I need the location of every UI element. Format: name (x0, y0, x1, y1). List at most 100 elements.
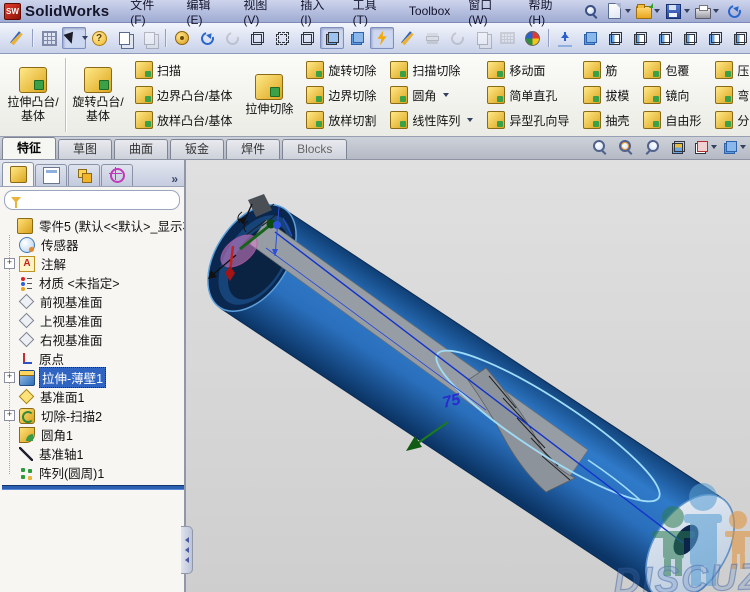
view-top-button[interactable] (703, 27, 727, 49)
measure-button[interactable] (170, 27, 194, 49)
tree-item[interactable]: 前视基准面 (2, 292, 184, 311)
copy-button[interactable] (112, 27, 136, 49)
split-button[interactable]: 分割 (712, 108, 750, 132)
new-document-button[interactable] (604, 0, 633, 22)
tree-item[interactable]: 零件5 (默认<<默认>_显示状态 (2, 216, 184, 235)
expand-toggle[interactable]: + (4, 258, 15, 269)
tab-features[interactable]: 特征 (2, 137, 57, 159)
model-canvas[interactable]: 75 DISCUZ! (186, 160, 750, 592)
color-swatch-button[interactable] (520, 27, 544, 49)
zoom-to-area-button[interactable] (614, 136, 638, 158)
previous-view-button[interactable] (640, 136, 664, 158)
tab-weldments[interactable]: 焊件 (226, 139, 281, 159)
revolved-boss-base-button[interactable]: 旋转凸台/基体 (69, 56, 127, 134)
view-back-button[interactable] (628, 27, 652, 49)
menu-toolbox[interactable]: Toolbox (400, 2, 459, 20)
help-whats-this-button[interactable]: ? (87, 27, 111, 49)
view-isometric-button[interactable] (578, 27, 602, 49)
zoom-to-fit-button[interactable] (588, 136, 612, 158)
tree-item[interactable]: 圆角1 (2, 425, 184, 444)
featuremanager-filter-input[interactable] (24, 193, 173, 207)
search-button[interactable] (579, 0, 603, 22)
print-button[interactable] (693, 0, 721, 22)
graphics-viewport[interactable]: 75 DISCUZ! (186, 160, 750, 592)
view-left-button[interactable] (653, 27, 677, 49)
boundary-boss-base-button[interactable]: 边界凸台/基体 (132, 83, 235, 107)
menu-tools[interactable]: 工具(T) (344, 0, 400, 29)
tab-sketch[interactable]: 草图 (58, 139, 113, 159)
shell-button[interactable]: 抽壳 (580, 108, 632, 132)
extruded-boss-base-button[interactable]: 拉伸凸台/基体 (4, 56, 62, 134)
tree-item[interactable]: 基准面1 (2, 387, 184, 406)
tree-item[interactable]: 传感器 (2, 235, 184, 254)
tree-item[interactable]: 原点 (2, 349, 184, 368)
mirror-button[interactable]: 镜向 (640, 83, 704, 107)
panel-overflow-chevron[interactable]: » (167, 172, 182, 186)
rebuild-button[interactable] (195, 27, 219, 49)
normal-to-button[interactable] (553, 27, 577, 49)
view-orientation-button[interactable] (692, 136, 719, 158)
move-face-button[interactable]: 移动面 (484, 58, 572, 82)
hidden-lines-visible-button[interactable] (270, 27, 294, 49)
freeform-button[interactable]: 自由形 (640, 108, 704, 132)
hole-wizard-button[interactable]: 异型孔向导 (484, 108, 572, 132)
save-button[interactable] (663, 0, 692, 22)
menu-help[interactable]: 帮助(H) (519, 0, 577, 29)
panel-collapse-handle[interactable] (181, 526, 193, 574)
view-bottom-button[interactable] (728, 27, 750, 49)
expand-toggle[interactable]: + (4, 410, 15, 421)
rib-button[interactable]: 筋 (580, 58, 632, 82)
tree-item[interactable]: 基准轴1 (2, 444, 184, 463)
lofted-cut-button[interactable]: 放样切割 (303, 108, 379, 132)
shaded-button[interactable] (345, 27, 369, 49)
boundary-cut-button[interactable]: 边界切除 (303, 83, 379, 107)
display-style-button[interactable] (721, 136, 748, 158)
swept-cut-button[interactable]: 扫描切除 (387, 58, 476, 82)
edit-appearance-button[interactable] (4, 27, 28, 49)
rollback-bar[interactable] (2, 485, 184, 490)
tree-item[interactable]: 右视基准面 (2, 330, 184, 349)
draft-button[interactable]: 拔模 (580, 83, 632, 107)
tab-surfaces[interactable]: 曲面 (114, 139, 169, 159)
realview-button[interactable] (370, 27, 394, 49)
configurationmanager-tab[interactable] (68, 164, 100, 186)
lofted-boss-base-button[interactable]: 放样凸台/基体 (132, 108, 235, 132)
linear-pattern-button[interactable]: 线性阵列 (387, 108, 476, 132)
tree-item[interactable]: + 切除-扫描2 (2, 406, 184, 425)
view-right-button[interactable] (678, 27, 702, 49)
tab-blocks[interactable]: Blocks (282, 139, 348, 159)
menu-insert[interactable]: 插入(I) (291, 0, 343, 29)
select-button[interactable] (62, 27, 88, 49)
menu-window[interactable]: 窗口(W) (459, 0, 519, 29)
sketch-color-button[interactable] (395, 27, 419, 49)
swept-boss-base-button[interactable]: 扫描 (132, 58, 235, 82)
extruded-cut-button[interactable]: 拉伸切除 (240, 56, 298, 134)
tree-item[interactable]: + A 注解 (2, 254, 184, 273)
tree-item[interactable]: + 拉伸-薄壁1 (2, 367, 184, 388)
tree-item[interactable]: 上视基准面 (2, 311, 184, 330)
view-front-button[interactable] (603, 27, 627, 49)
propertymanager-tab[interactable] (35, 164, 67, 186)
open-button[interactable] (634, 0, 662, 22)
revolved-cut-button[interactable]: 旋转切除 (303, 58, 379, 82)
hidden-lines-removed-button[interactable] (295, 27, 319, 49)
expand-toggle[interactable]: + (4, 372, 15, 383)
wrap-button[interactable]: 包覆 (640, 58, 704, 82)
tree-item[interactable]: 阵列(圆周)1 (2, 463, 184, 482)
fillet-button[interactable]: 圆角 (387, 83, 476, 107)
flex-button[interactable]: 弯曲 (712, 83, 750, 107)
menu-view[interactable]: 视图(V) (234, 0, 291, 29)
menu-file[interactable]: 文件(F) (121, 0, 177, 29)
simple-hole-button[interactable]: 简单直孔 (484, 83, 572, 107)
snap-grid-button[interactable] (37, 27, 61, 49)
wireframe-button[interactable] (245, 27, 269, 49)
undo-button[interactable] (722, 0, 746, 22)
dimxpertmanager-tab[interactable] (101, 164, 133, 186)
section-view-button[interactable] (666, 136, 690, 158)
menu-edit[interactable]: 编辑(E) (178, 0, 235, 29)
featuremanager-tab[interactable] (2, 162, 34, 186)
tab-sheet-metal[interactable]: 钣金 (170, 139, 225, 159)
tree-item[interactable]: 材质 <未指定> (2, 273, 184, 292)
indent-button[interactable]: 压凹 (712, 58, 750, 82)
shaded-with-edges-button[interactable] (320, 27, 344, 49)
